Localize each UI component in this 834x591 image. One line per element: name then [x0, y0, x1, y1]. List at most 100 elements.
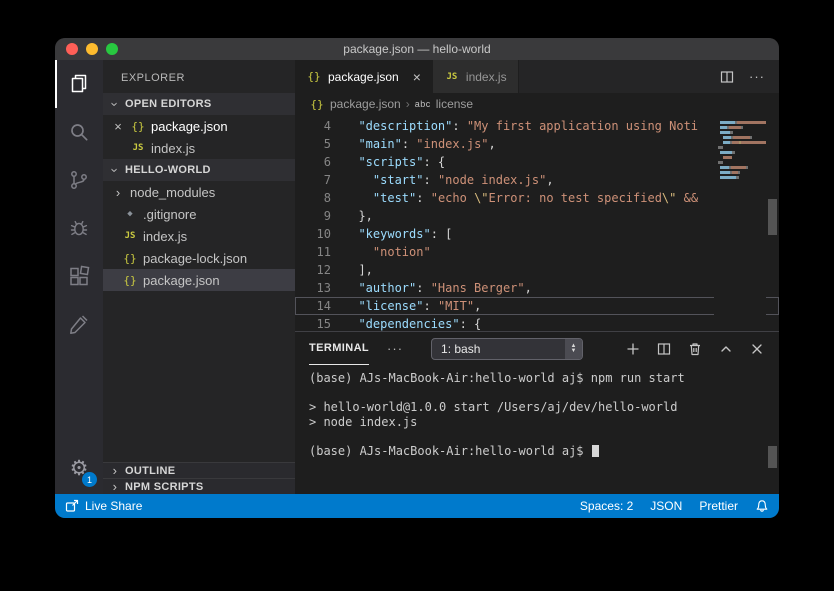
editor-more-actions-icon[interactable]: ···: [749, 69, 765, 84]
split-terminal-icon[interactable]: [656, 341, 672, 357]
chevron-down-icon: ›: [108, 97, 123, 111]
editor-scrollbar[interactable]: [768, 199, 777, 235]
open-editor-item[interactable]: JSindex.js: [103, 137, 295, 159]
file-tree-item[interactable]: {}package.json: [103, 269, 295, 291]
minimap-line: [718, 166, 764, 169]
activity-bar-item-live-share[interactable]: [55, 300, 103, 348]
settings-gear-button[interactable]: ⚙ 1: [55, 442, 103, 494]
terminal-tab[interactable]: TERMINAL: [309, 332, 369, 365]
code-token: [344, 173, 373, 187]
activity-bar-item-source-control[interactable]: [55, 156, 103, 204]
code-token: \": [662, 191, 676, 205]
live-share-button[interactable]: Live Share: [65, 499, 142, 513]
code-token: "notion": [373, 245, 431, 259]
code-token: "Hans Berger": [431, 281, 525, 295]
activity-bar-item-explorer[interactable]: [55, 60, 103, 108]
code-line[interactable]: 13 "author": "Hans Berger",: [295, 279, 779, 297]
code-line[interactable]: 14 "license": "MIT",: [295, 297, 779, 315]
section-header-outline[interactable]: ›OUTLINE: [103, 462, 295, 478]
vscode-window: package.json — hello-world: [55, 38, 779, 518]
notifications-bell-icon[interactable]: [755, 499, 769, 513]
activity-bar-item-search[interactable]: [55, 108, 103, 156]
minimap-token: [720, 166, 729, 169]
terminal-header: TERMINAL ··· 1: bash ▲▼: [295, 332, 779, 365]
code-line[interactable]: 8 "test": "echo \"Error: no test specifi…: [295, 189, 779, 207]
code-token: "author": [358, 281, 416, 295]
json-file-icon: {}: [122, 252, 138, 265]
activity-bar-item-extensions[interactable]: [55, 252, 103, 300]
titlebar[interactable]: package.json — hello-world: [55, 38, 779, 60]
maximize-panel-chevron-icon[interactable]: [718, 341, 734, 357]
minimap-token: [732, 151, 735, 154]
minimap-token: [723, 141, 730, 144]
traffic-lights: [66, 43, 118, 55]
code-text: "notion": [344, 243, 431, 261]
code-token: },: [344, 209, 373, 223]
minimap-token: [723, 156, 732, 159]
code-token: [344, 155, 358, 169]
json-file-icon: {}: [122, 274, 138, 287]
code-token: [344, 245, 373, 259]
formatter-indicator[interactable]: Prettier: [699, 499, 738, 513]
file-tree-item[interactable]: ◆.gitignore: [103, 203, 295, 225]
code-text: ],: [344, 261, 373, 279]
new-terminal-icon[interactable]: [625, 341, 641, 357]
code-token: [344, 119, 358, 133]
close-editor-icon[interactable]: ×: [111, 119, 125, 134]
open-editors-header[interactable]: › OPEN EDITORS: [103, 93, 295, 115]
close-window-button[interactable]: [66, 43, 78, 55]
spaces-indicator[interactable]: Spaces: 2: [580, 499, 633, 513]
editor-tab-index-js[interactable]: JSindex.js: [433, 60, 519, 93]
terminal-output[interactable]: (base) AJs-MacBook-Air:hello-world aj$ n…: [295, 365, 779, 494]
code-line[interactable]: 11 "notion": [295, 243, 779, 261]
folder-section-header[interactable]: › HELLO-WORLD: [103, 159, 295, 181]
code-line[interactable]: 5 "main": "index.js",: [295, 135, 779, 153]
file-tree-item[interactable]: ›node_modules: [103, 181, 295, 203]
window-title: package.json — hello-world: [343, 42, 490, 56]
close-tab-icon[interactable]: ×: [413, 69, 421, 85]
code-line[interactable]: 15 "dependencies": {: [295, 315, 779, 331]
panel-more-icon[interactable]: ···: [387, 341, 403, 356]
sidebar-title: EXPLORER: [103, 60, 295, 93]
breadcrumb-item[interactable]: {}package.json: [309, 97, 401, 111]
minimize-window-button[interactable]: [86, 43, 98, 55]
minimap-token: [723, 136, 731, 139]
file-tree-item[interactable]: JSindex.js: [103, 225, 295, 247]
code-editor[interactable]: 4 "description": "My first application u…: [295, 115, 779, 331]
code-token: [344, 299, 358, 313]
line-number: 10: [295, 225, 331, 243]
code-line[interactable]: 10 "keywords": [: [295, 225, 779, 243]
file-label: index.js: [143, 229, 187, 244]
sidebar-bottom-sections: ›OUTLINE›NPM SCRIPTS: [103, 462, 295, 494]
activity-bar-item-debug[interactable]: [55, 204, 103, 252]
terminal-line: (base) AJs-MacBook-Air:hello-world aj$ n…: [309, 371, 765, 386]
minimap-line: [718, 131, 764, 134]
code-token: "MIT": [438, 299, 474, 313]
terminal-scrollbar[interactable]: [768, 446, 777, 468]
terminal-shell-select[interactable]: 1: bash ▲▼: [431, 338, 583, 360]
zoom-window-button[interactable]: [106, 43, 118, 55]
split-editor-icon[interactable]: [719, 69, 735, 85]
code-line[interactable]: 9 },: [295, 207, 779, 225]
code-line[interactable]: 4 "description": "My first application u…: [295, 117, 779, 135]
close-panel-icon[interactable]: [749, 341, 765, 357]
terminal-shell-value: 1: bash: [441, 342, 480, 356]
minimap-token: [720, 176, 736, 179]
file-tree-item[interactable]: {}package-lock.json: [103, 247, 295, 269]
kill-terminal-trash-icon[interactable]: [687, 341, 703, 357]
breadcrumb-item[interactable]: abclicense: [415, 97, 473, 111]
minimap-line: [718, 121, 764, 124]
open-editor-item[interactable]: ×{}package.json: [103, 115, 295, 137]
minimap-token: [737, 121, 766, 124]
code-line[interactable]: 7 "start": "node index.js",: [295, 171, 779, 189]
code-line[interactable]: 6 "scripts": {: [295, 153, 779, 171]
code-token: : {: [423, 155, 445, 169]
editor-tab-package-json[interactable]: {}package.json×: [295, 60, 433, 93]
minimap[interactable]: [714, 115, 766, 331]
line-number: 8: [295, 189, 331, 207]
language-mode-indicator[interactable]: JSON: [650, 499, 682, 513]
section-header-npm-scripts[interactable]: ›NPM SCRIPTS: [103, 478, 295, 494]
code-token: "dependencies": [358, 317, 459, 331]
code-token: "My first application using Noti: [467, 119, 698, 133]
code-line[interactable]: 12 ],: [295, 261, 779, 279]
